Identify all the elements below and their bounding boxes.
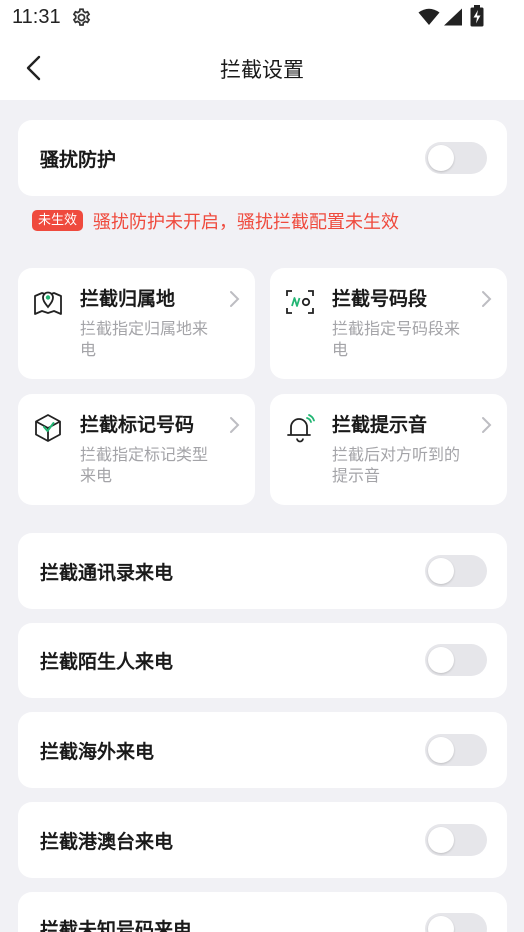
cellular-signal-icon (444, 8, 462, 26)
toggle-row-contacts: 拦截通讯录来电 (18, 533, 507, 609)
grid-card-tagged-number[interactable]: 拦截标记号码 拦截指定标记类型来电 (18, 394, 255, 505)
toggle-row-strangers: 拦截陌生人来电 (18, 623, 507, 698)
status-time: 11:31 (12, 6, 61, 28)
grid-card-subtitle: 拦截指定标记类型来电 (80, 445, 209, 485)
settings-gear-icon (72, 8, 91, 26)
chevron-right-icon (230, 417, 240, 433)
toggle-row-label: 拦截陌生人来电 (40, 651, 174, 673)
toggle-knob (428, 647, 454, 673)
grid-card-subtitle: 拦截指定号码段来电 (332, 319, 461, 359)
battery-charging-icon (470, 5, 484, 27)
chevron-right-icon (230, 291, 240, 307)
block-overseas-toggle[interactable] (425, 734, 487, 766)
grid-card-title: 拦截标记号码 (80, 414, 195, 436)
toggle-knob (428, 145, 454, 171)
status-bar: 11:31 (0, 0, 524, 36)
grid-card-subtitle: 拦截后对方听到的提示音 (332, 445, 461, 485)
warning-text: 骚扰防护未开启，骚扰拦截配置未生效 (93, 212, 399, 233)
map-pin-icon (34, 291, 62, 315)
top-bar: 11:31 拦截设置 (0, 0, 524, 100)
grid-card-block-tone[interactable]: 拦截提示音 拦截后对方听到的提示音 (270, 394, 507, 505)
toggle-row-unknown: 拦截未知号码来电 (18, 892, 507, 932)
toggle-knob (428, 827, 454, 853)
grid-card-title: 拦截归属地 (80, 288, 176, 310)
grid-card-title: 拦截提示音 (332, 414, 428, 436)
block-unknown-toggle[interactable] (425, 913, 487, 932)
harassment-protection-card: 骚扰防护 (18, 120, 507, 196)
grid-card-title: 拦截号码段 (332, 288, 428, 310)
grid-card-region-block[interactable]: 拦截归属地 拦截指定归属地来电 (18, 268, 255, 379)
toggle-knob (428, 916, 454, 932)
toggle-row-label: 拦截海外来电 (40, 741, 155, 763)
block-strangers-toggle[interactable] (425, 644, 487, 676)
status-badge: 未生效 (32, 210, 84, 231)
chevron-right-icon (482, 291, 492, 307)
toggle-row-label: 拦截未知号码来电 (40, 919, 193, 932)
toggle-knob (428, 558, 454, 584)
toggle-row-label: 拦截港澳台来电 (40, 831, 174, 853)
block-hk-macao-taiwan-toggle[interactable] (425, 824, 487, 856)
number-segment-icon (286, 290, 314, 314)
toggle-row-label: 拦截通讯录来电 (40, 562, 174, 584)
harassment-protection-toggle[interactable] (425, 142, 487, 174)
cube-tag-icon (35, 414, 61, 442)
toggle-row-overseas: 拦截海外来电 (18, 712, 507, 788)
toggle-knob (428, 737, 454, 763)
block-contacts-toggle[interactable] (425, 555, 487, 587)
wifi-icon (418, 8, 440, 25)
page-title: 拦截设置 (220, 58, 304, 82)
bell-icon (287, 414, 315, 443)
grid-card-number-segment[interactable]: 拦截号码段 拦截指定号码段来电 (270, 268, 507, 379)
grid-card-subtitle: 拦截指定归属地来电 (80, 319, 209, 359)
harassment-protection-label: 骚扰防护 (40, 149, 117, 171)
chevron-right-icon (482, 417, 492, 433)
toggle-row-hk-macao-taiwan: 拦截港澳台来电 (18, 802, 507, 878)
